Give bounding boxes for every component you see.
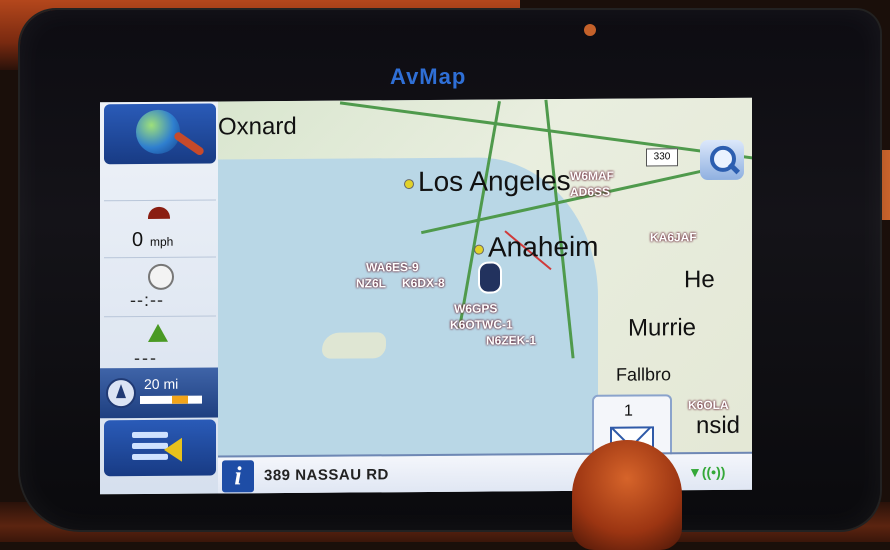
eta-value: --:-- [130, 289, 164, 311]
city-he: He [684, 265, 715, 294]
turn-arrow-icon [148, 323, 168, 342]
search-button[interactable] [700, 139, 744, 181]
scale-bar [140, 395, 202, 404]
left-panel: 0 mph --:-- --- 20 mi [100, 101, 220, 495]
city-nsid: nsid [696, 411, 741, 440]
eta-widget[interactable]: --:-- [104, 257, 216, 318]
ocean [218, 156, 598, 460]
distance-widget[interactable]: --- [104, 317, 216, 374]
station-label: K6OTWC-1 [450, 317, 513, 332]
brand-logo: AvMap [390, 64, 467, 89]
city-los-angeles: Los Angeles [404, 165, 571, 198]
station-label: NZ6L [356, 276, 386, 291]
station-label: AD6SS [570, 184, 611, 199]
menu-icon [132, 431, 168, 465]
highway-shield: 330 [646, 148, 678, 167]
speed-widget[interactable]: 0 mph [104, 199, 216, 259]
city-fallbro: Fallbro [616, 364, 672, 385]
clock-icon [148, 263, 174, 290]
speed-unit: mph [150, 234, 174, 249]
vehicle-position-icon [478, 261, 502, 294]
finger [572, 440, 682, 550]
station-label: W6MAF [570, 168, 614, 183]
scale-widget[interactable]: 20 mi [100, 367, 218, 419]
distance-value: --- [134, 347, 158, 369]
station-label: K6DX-8 [402, 275, 445, 291]
speedometer-icon [148, 206, 170, 219]
compass-icon [106, 378, 136, 409]
info-icon[interactable]: i [222, 460, 254, 493]
device-screen: 0 mph --:-- --- 20 mi Oxnard Los Angeles… [100, 97, 752, 495]
scale-bar-fill [172, 395, 188, 404]
current-street: 389 NASSAU RD [264, 466, 389, 485]
city-oxnard: Oxnard [218, 112, 297, 141]
camera-dot [584, 24, 596, 36]
station-label: KA6JAF [650, 230, 697, 245]
station-label: W6GPS [454, 301, 498, 316]
city-murrie: Murrie [628, 314, 697, 342]
map-mode-button[interactable] [104, 103, 216, 165]
scale-label: 20 mi [144, 375, 179, 392]
station-label: N6ZEK-1 [486, 333, 537, 348]
station-label: WA6ES-9 [366, 260, 419, 275]
signal-status-icon: ▼((•)) [688, 463, 726, 481]
back-arrow-icon [164, 437, 182, 462]
island [322, 332, 386, 359]
magnifier-handle-icon [172, 130, 206, 157]
speed-value: 0 [132, 228, 144, 252]
menu-button[interactable] [104, 419, 216, 477]
city-anaheim: Anaheim [474, 231, 599, 264]
station-label: K6OLA [688, 397, 729, 413]
globe-icon [136, 109, 180, 155]
